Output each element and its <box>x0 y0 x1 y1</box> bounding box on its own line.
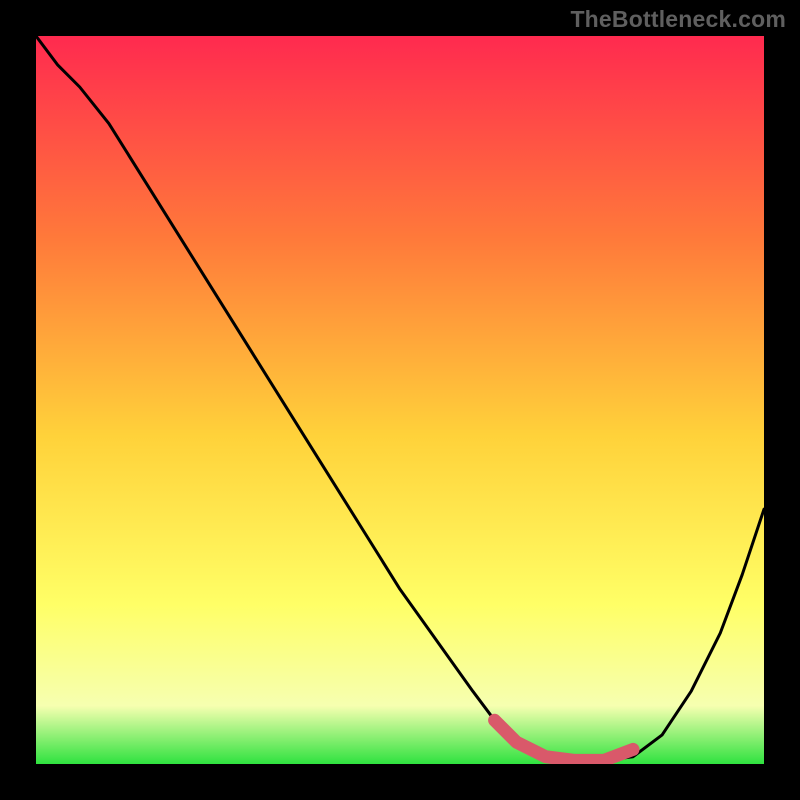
plot-area <box>36 36 764 764</box>
gradient-background <box>36 36 764 764</box>
watermark-text: TheBottleneck.com <box>570 6 786 33</box>
chart-svg <box>36 36 764 764</box>
chart-frame: TheBottleneck.com <box>0 0 800 800</box>
